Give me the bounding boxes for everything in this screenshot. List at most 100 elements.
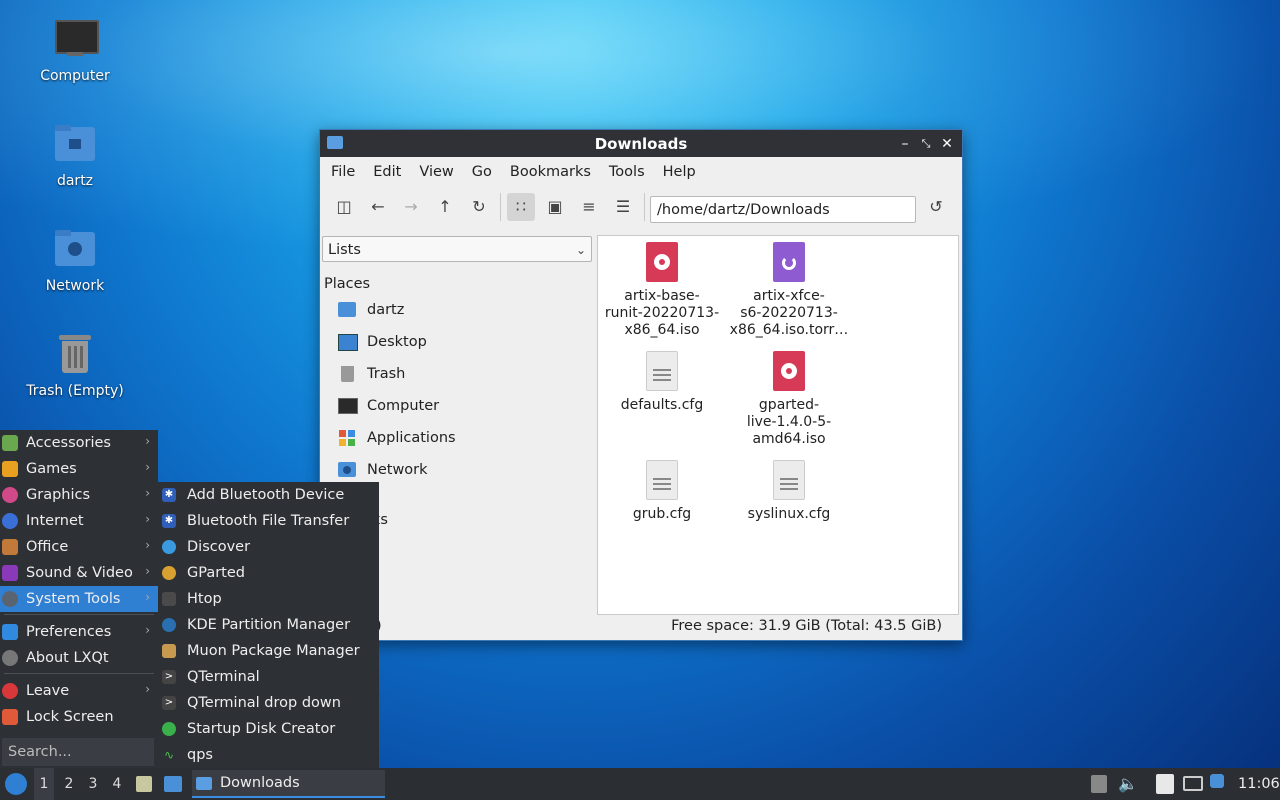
place-item-trash[interactable]: Trash	[338, 360, 405, 388]
compact-view-icon[interactable]: ≡	[575, 193, 603, 221]
submenu-item-label: Muon Package Manager	[187, 643, 360, 659]
menu-item-preferences[interactable]: Preferences ›	[0, 619, 158, 645]
menu-item-label: Sound & Video	[26, 565, 133, 581]
submenu-item-startup-disk-creator[interactable]: Startup Disk Creator	[158, 716, 379, 742]
menu-search-input[interactable]: Search...	[2, 738, 154, 766]
reload-icon[interactable]: ↻	[465, 193, 493, 221]
file-name: grub.cfg	[632, 506, 692, 522]
menu-item-about[interactable]: About LXQt	[0, 645, 158, 671]
path-bar[interactable]: /home/dartz/Downloads	[650, 196, 916, 223]
menu-item-leave[interactable]: Leave ›	[0, 678, 158, 704]
file-item[interactable]: artix-xfce- s6-20220713- x86_64.iso.torr…	[725, 236, 853, 339]
workspace-3[interactable]: 3	[84, 768, 102, 800]
desktop-icon-label: Network	[45, 278, 105, 294]
file-item[interactable]: defaults.cfg	[598, 345, 726, 414]
file-item[interactable]: artix-base- runit-20220713- x86_64.iso	[598, 236, 726, 339]
chevron-right-icon: ›	[145, 682, 150, 696]
submenu-item-qps[interactable]: ∿ qps	[158, 742, 379, 768]
workspace-2[interactable]: 2	[60, 768, 78, 800]
internet-icon	[2, 513, 18, 529]
workspace-4[interactable]: 4	[108, 768, 126, 800]
file-item[interactable]: gparted- live-1.4.0-5- amd64.iso	[725, 345, 853, 448]
place-item-network[interactable]: Network	[338, 456, 428, 484]
go-icon[interactable]: ↺	[922, 193, 950, 221]
up-icon[interactable]: ↑	[431, 193, 459, 221]
side-pane-mode-select[interactable]: Lists ⌄	[322, 236, 592, 262]
games-icon	[2, 461, 18, 477]
menu-item-system-tools[interactable]: System Tools ›	[0, 586, 158, 612]
show-desktop-icon[interactable]	[136, 776, 152, 792]
submenu-item-qterminal-dropdown[interactable]: > QTerminal drop down	[158, 690, 379, 716]
iso-file-icon	[773, 351, 805, 391]
submenu-item-muon[interactable]: Muon Package Manager	[158, 638, 379, 664]
menu-edit[interactable]: Edit	[364, 164, 410, 180]
clipboard-icon[interactable]	[1156, 774, 1174, 794]
submenu-item-bluetooth-transfer[interactable]: ✱ Bluetooth File Transfer	[158, 508, 379, 534]
forward-icon[interactable]: →	[397, 193, 425, 221]
menu-item-sound-video[interactable]: Sound & Video ›	[0, 560, 158, 586]
tray-eject-icon[interactable]	[1091, 775, 1107, 793]
volume-icon[interactable]: 🔈	[1118, 774, 1138, 793]
desktop-icon-network[interactable]: Network	[20, 228, 130, 294]
place-label: dartz	[367, 302, 405, 318]
window-titlebar[interactable]: Downloads – ⤡ ✕	[320, 130, 962, 157]
maximize-button[interactable]: ⤡	[917, 135, 935, 153]
menu-bookmarks[interactable]: Bookmarks	[501, 164, 600, 180]
menu-item-graphics[interactable]: Graphics ›	[0, 482, 158, 508]
place-item-home[interactable]: dartz	[338, 296, 404, 324]
desktop-icon-label: dartz	[56, 173, 94, 189]
menu-item-label: Internet	[26, 513, 84, 529]
minimize-button[interactable]: –	[896, 135, 914, 153]
thumbnail-view-icon[interactable]: ▣	[541, 193, 569, 221]
menu-item-lock-screen[interactable]: Lock Screen	[0, 704, 158, 730]
submenu-item-gparted[interactable]: GParted	[158, 560, 379, 586]
menu-file[interactable]: File	[322, 164, 364, 180]
partition-manager-icon	[162, 618, 176, 632]
terminal-icon: >	[162, 670, 176, 684]
home-folder-icon	[338, 300, 358, 320]
network-tray-icon[interactable]	[1183, 776, 1203, 791]
menu-item-internet[interactable]: Internet ›	[0, 508, 158, 534]
submenu-item-qterminal[interactable]: > QTerminal	[158, 664, 379, 690]
chevron-right-icon: ›	[145, 434, 150, 448]
menu-item-accessories[interactable]: Accessories ›	[0, 430, 158, 456]
menu-go[interactable]: Go	[463, 164, 501, 180]
desktop-icon-home[interactable]: dartz	[20, 123, 130, 189]
back-icon[interactable]: ←	[364, 193, 392, 221]
menu-item-games[interactable]: Games ›	[0, 456, 158, 482]
icon-view-icon[interactable]: ∷	[507, 193, 535, 221]
submenu-item-discover[interactable]: Discover	[158, 534, 379, 560]
file-item[interactable]: syslinux.cfg	[725, 454, 853, 523]
applications-icon	[338, 428, 358, 448]
system-tools-submenu: ✱ Add Bluetooth Device ✱ Bluetooth File Tr…	[158, 482, 379, 768]
update-notifier-icon[interactable]	[1210, 774, 1224, 788]
submenu-item-add-bluetooth[interactable]: ✱ Add Bluetooth Device	[158, 482, 379, 508]
application-menu: Accessories › Games › Graphics › Internet › …	[0, 430, 158, 768]
submenu-item-label: QTerminal	[187, 669, 260, 685]
submenu-item-kde-partition-manager[interactable]: KDE Partition Manager	[158, 612, 379, 638]
desktop-icon-computer[interactable]: Computer	[20, 18, 130, 84]
menu-help[interactable]: Help	[654, 164, 705, 180]
workspace-1[interactable]: 1	[34, 768, 54, 800]
new-tab-icon[interactable]: ◫	[330, 193, 358, 221]
taskbar-task-downloads[interactable]: Downloads	[192, 770, 385, 798]
place-item-computer[interactable]: Computer	[338, 392, 439, 420]
window-title: Downloads	[594, 135, 688, 153]
place-item-desktop[interactable]: Desktop	[338, 328, 427, 356]
clock[interactable]: 11:06	[1238, 768, 1280, 800]
menu-item-office[interactable]: Office ›	[0, 534, 158, 560]
file-item[interactable]: grub.cfg	[598, 454, 726, 523]
menu-item-label: Accessories	[26, 435, 111, 451]
place-item-applications[interactable]: Applications	[338, 424, 456, 452]
file-name: syslinux.cfg	[747, 506, 831, 522]
menu-tools[interactable]: Tools	[600, 164, 654, 180]
detailed-list-view-icon[interactable]: ☰	[609, 193, 637, 221]
desktop-icon-trash[interactable]: Trash (Empty)	[20, 333, 130, 399]
chevron-right-icon: ›	[145, 590, 150, 604]
file-manager-launcher-icon[interactable]	[164, 776, 182, 792]
menu-view[interactable]: View	[410, 164, 462, 180]
folder-icon	[196, 776, 212, 790]
start-menu-icon[interactable]	[5, 773, 27, 795]
close-button[interactable]: ✕	[938, 135, 956, 153]
submenu-item-htop[interactable]: Htop	[158, 586, 379, 612]
